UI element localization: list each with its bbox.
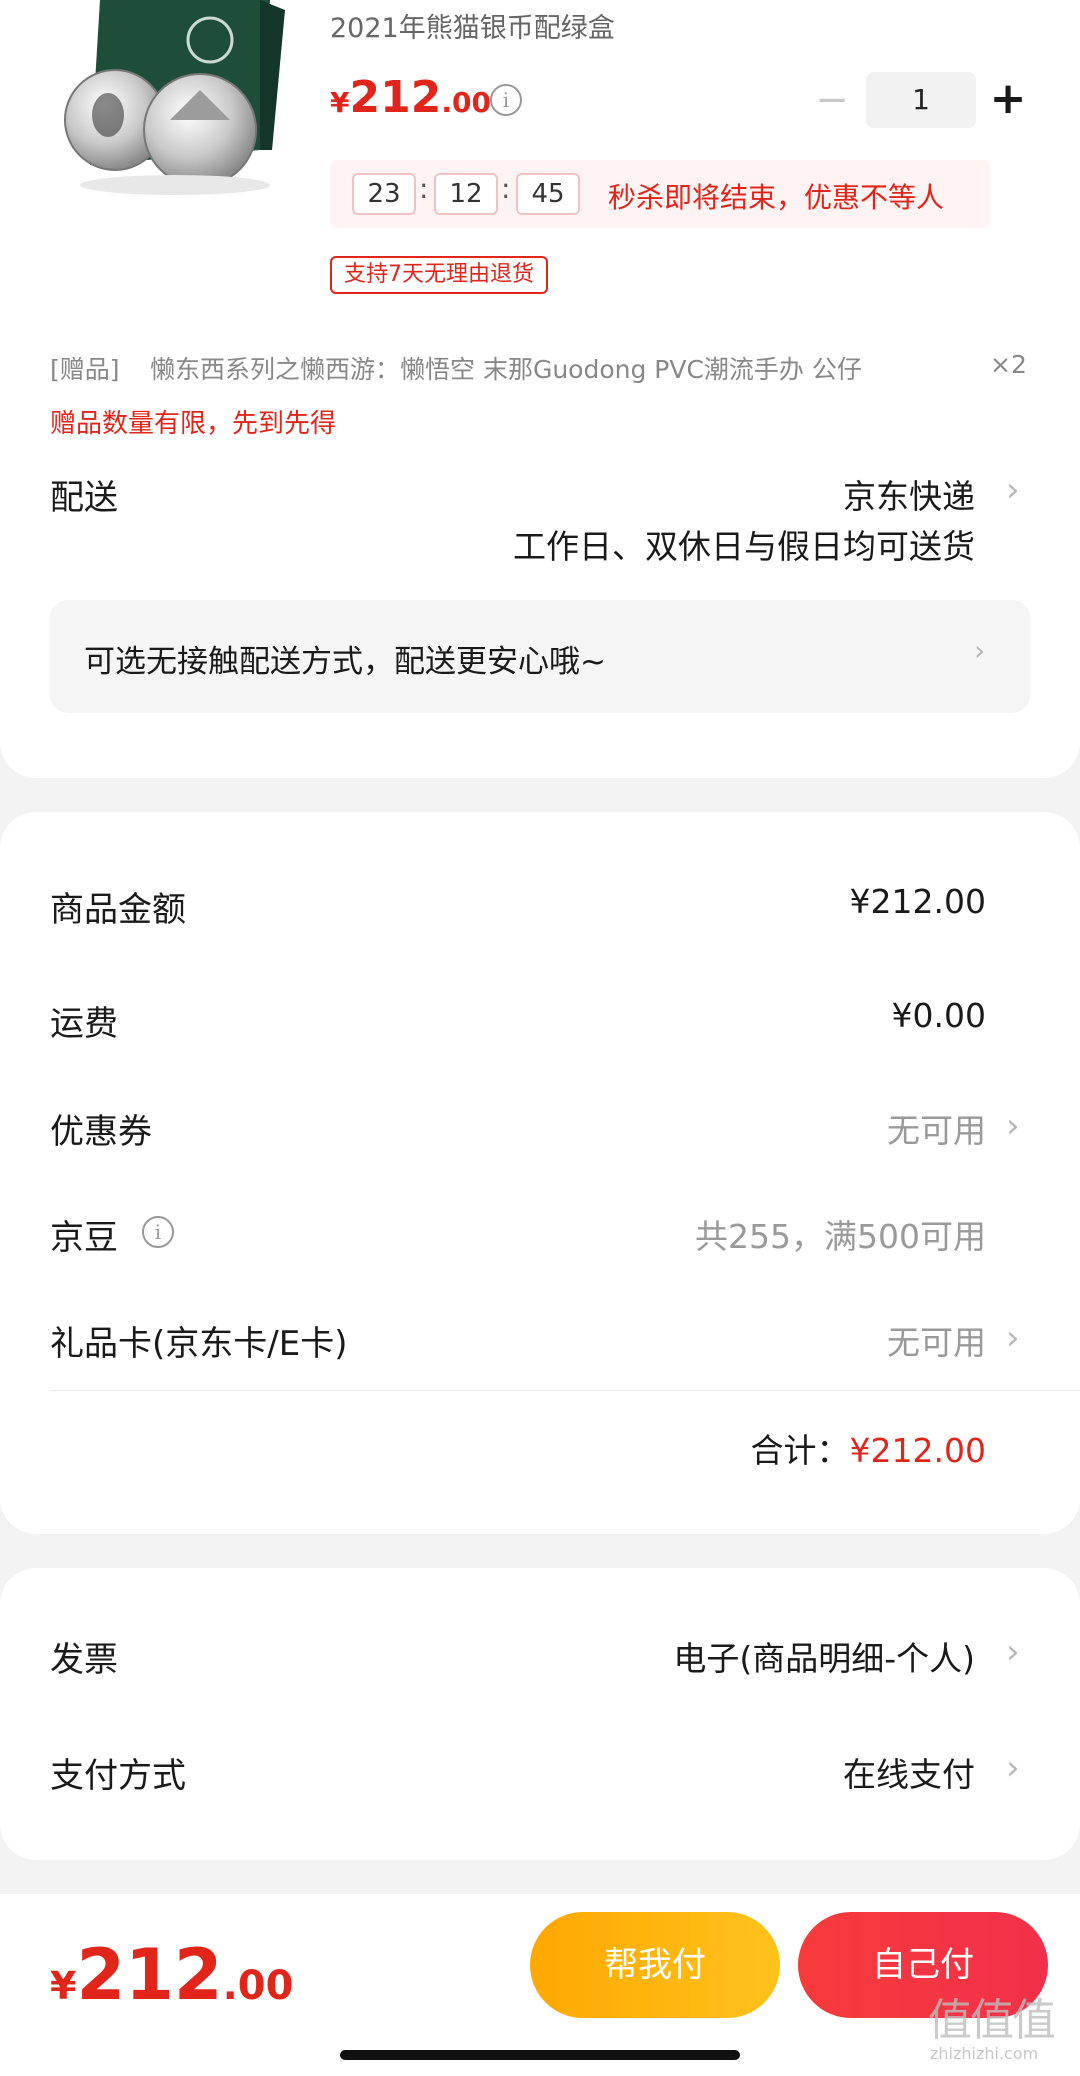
gift-notice: 赠品数量有限，先到先得 bbox=[50, 409, 337, 439]
jingdou-label: 京豆 bbox=[50, 1218, 118, 1258]
quantity-input[interactable]: 1 bbox=[866, 72, 976, 128]
total-row: 合计：¥212.00 bbox=[751, 1424, 986, 1472]
goods-amount-value: ¥212.00 bbox=[849, 882, 986, 921]
payment-method-value[interactable]: 在线支付 bbox=[843, 1748, 975, 1796]
info-icon[interactable]: i bbox=[490, 84, 522, 116]
bottom-price-symbol: ¥ bbox=[50, 1964, 77, 2008]
plus-icon[interactable]: + bbox=[988, 72, 1028, 128]
timer-separator: : bbox=[419, 172, 429, 205]
timer-separator: : bbox=[501, 172, 511, 205]
total-label: 合计： bbox=[750, 1431, 850, 1470]
gift-card-label: 礼品卡(京东卡/E卡) bbox=[50, 1324, 348, 1364]
product-title[interactable]: 2021年熊猫银币配绿盒 bbox=[330, 6, 615, 45]
gift-card-value[interactable]: 无可用 bbox=[887, 1316, 986, 1364]
goods-amount-label: 商品金额 bbox=[50, 890, 186, 930]
price-symbol: ¥ bbox=[330, 86, 350, 119]
bottom-price-integer: 212 bbox=[76, 1934, 223, 2016]
gift-count: ×2 bbox=[990, 350, 1027, 379]
amount-summary-card: 商品金额 ¥212.00 运费 ¥0.00 优惠券 无可用 › 京豆 i 共25… bbox=[0, 812, 1080, 1534]
bottom-total-price: ¥212.00 bbox=[50, 1934, 293, 2016]
total-value: ¥212.00 bbox=[849, 1431, 986, 1470]
chevron-right-icon[interactable]: › bbox=[1006, 1632, 1020, 1672]
price-integer: 212 bbox=[349, 72, 442, 123]
bottom-price-decimal: .00 bbox=[222, 1963, 294, 2009]
shipping-fee-value: ¥0.00 bbox=[891, 996, 986, 1035]
help-pay-button[interactable]: 帮我付 bbox=[530, 1912, 780, 2018]
product-card: 2021年熊猫银币配绿盒 ¥212.00 i − 1 + 23 : 12 : 4… bbox=[0, 0, 1080, 778]
home-indicator bbox=[340, 2050, 740, 2060]
minus-icon[interactable]: − bbox=[812, 72, 852, 128]
flash-sale-bar: 23 : 12 : 45 秒杀即将结束，优惠不等人 bbox=[330, 160, 990, 228]
invoice-label: 发票 bbox=[50, 1640, 118, 1680]
watermark: 值值值 bbox=[928, 1995, 1056, 2046]
chevron-right-icon[interactable]: › bbox=[1006, 470, 1020, 510]
coupon-label: 优惠券 bbox=[50, 1112, 152, 1152]
gift-name[interactable]: 懒东西系列之懒西游：懒悟空 末那Guodong PVC潮流手办 公仔 bbox=[150, 350, 950, 386]
price-decimal: .00 bbox=[441, 86, 491, 119]
contactless-delivery-option[interactable]: 可选无接触配送方式，配送更安心哦~ › bbox=[50, 600, 1030, 713]
shipping-fee-label: 运费 bbox=[50, 1004, 118, 1044]
flash-sale-text: 秒杀即将结束，优惠不等人 bbox=[608, 181, 945, 214]
invoice-payment-card: 发票 电子(商品明细-个人) › 支付方式 在线支付 › bbox=[0, 1568, 1080, 1860]
invoice-value[interactable]: 电子(商品明细-个人) bbox=[673, 1632, 975, 1680]
product-price: ¥212.00 bbox=[330, 72, 491, 123]
return-policy-badge: 支持7天无理由退货 bbox=[330, 256, 548, 294]
chevron-right-icon[interactable]: › bbox=[1006, 1318, 1020, 1358]
payment-method-label: 支付方式 bbox=[50, 1756, 186, 1796]
chevron-right-icon[interactable]: › bbox=[1006, 1748, 1020, 1788]
delivery-carrier[interactable]: 京东快递 bbox=[843, 470, 975, 518]
timer-seconds: 45 bbox=[516, 173, 580, 215]
delivery-schedule: 工作日、双休日与假日均可送货 bbox=[513, 527, 975, 566]
timer-hours: 23 bbox=[352, 173, 416, 215]
info-icon[interactable]: i bbox=[142, 1216, 174, 1248]
coupon-value[interactable]: 无可用 bbox=[887, 1104, 986, 1152]
delivery-label: 配送 bbox=[50, 478, 118, 518]
product-image[interactable] bbox=[60, 0, 290, 205]
timer-minutes: 12 bbox=[434, 173, 498, 215]
chevron-right-icon: › bbox=[974, 634, 986, 667]
contactless-delivery-text: 可选无接触配送方式，配送更安心哦~ bbox=[84, 644, 606, 680]
quantity-stepper: − 1 + bbox=[812, 72, 1028, 128]
bottom-bar: ¥212.00 帮我付 自己付 值值值 zhizhizhi.com bbox=[0, 1894, 1080, 2076]
divider bbox=[50, 1390, 1080, 1391]
gift-tag: [赠品] bbox=[50, 355, 120, 384]
chevron-right-icon[interactable]: › bbox=[1006, 1106, 1020, 1146]
watermark-url: zhizhizhi.com bbox=[930, 2044, 1039, 2063]
jingdou-value: 共255，满500可用 bbox=[695, 1217, 986, 1256]
